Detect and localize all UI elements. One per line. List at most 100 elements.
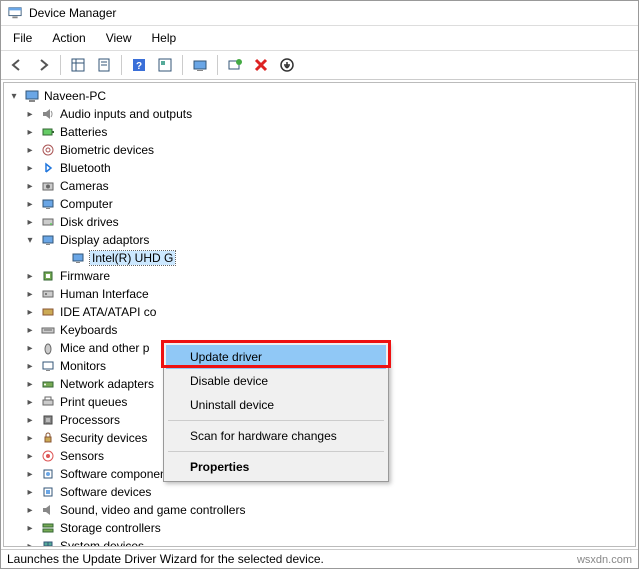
tree-category[interactable]: ▸ Storage controllers: [6, 519, 633, 537]
expand-icon[interactable]: ▸: [24, 324, 36, 336]
context-menu-item[interactable]: Update driver: [166, 345, 386, 369]
tree-category[interactable]: ▸Biometric devices: [6, 141, 633, 159]
context-menu-separator: [168, 451, 384, 452]
tree-category-label: Cameras: [60, 179, 109, 193]
device-tree[interactable]: ▾ Naveen-PC ▸ Audio inputs and outputs ▸ Ba…: [3, 82, 636, 547]
toolbar-back-button[interactable]: [5, 53, 29, 77]
expand-icon[interactable]: ▸: [24, 522, 36, 534]
tree-category-label: Print queues: [60, 395, 127, 409]
display-icon: [40, 232, 56, 248]
tree-category[interactable]: ▸ Audio inputs and outputs: [6, 105, 633, 123]
tree-category[interactable]: ▸ Cameras: [6, 177, 633, 195]
toolbar-properties-button[interactable]: [92, 53, 116, 77]
expand-icon[interactable]: ▸: [24, 180, 36, 192]
context-menu-item[interactable]: Properties: [166, 455, 386, 479]
expand-icon[interactable]: ▸: [24, 144, 36, 156]
collapse-icon[interactable]: ▾: [8, 90, 20, 102]
camera-icon: [40, 178, 56, 194]
biometric-icon: [40, 142, 56, 158]
computer-icon: [24, 88, 40, 104]
tree-category-label: Human Interface: [60, 287, 149, 301]
expand-icon[interactable]: ▸: [24, 378, 36, 390]
tree-category[interactable]: ▸System devices: [6, 537, 633, 547]
menu-action[interactable]: Action: [44, 28, 93, 48]
tree-category-label: Software components: [60, 467, 176, 481]
toolbar-help-button[interactable]: ?: [127, 53, 151, 77]
tree-category-label: Network adapters: [60, 377, 154, 391]
tree-category-label: Audio inputs and outputs: [60, 107, 192, 121]
tree-category[interactable]: ▸Software devices: [6, 483, 633, 501]
expand-icon[interactable]: ▸: [24, 342, 36, 354]
expand-icon[interactable]: ▸: [24, 162, 36, 174]
toolbar-update-driver-button[interactable]: [188, 53, 212, 77]
expand-icon[interactable]: ▸: [24, 414, 36, 426]
toolbar-scan-button[interactable]: [223, 53, 247, 77]
toolbar-separator: [121, 55, 122, 75]
expand-icon[interactable]: ▸: [24, 504, 36, 516]
expand-icon[interactable]: ▸: [24, 216, 36, 228]
display-icon: [70, 250, 86, 266]
tree-category-label: Disk drives: [60, 215, 119, 229]
tree-device-label: Intel(R) UHD G: [90, 251, 175, 265]
context-menu-item[interactable]: Scan for hardware changes: [166, 424, 386, 448]
tree-category[interactable]: ▸ Disk drives: [6, 213, 633, 231]
mouse-icon: [40, 340, 56, 356]
toolbar-action-button[interactable]: [153, 53, 177, 77]
expand-icon[interactable]: ▸: [24, 198, 36, 210]
toolbar-forward-button[interactable]: [31, 53, 55, 77]
expand-icon[interactable]: ▸: [24, 450, 36, 462]
watermark: wsxdn.com: [577, 554, 632, 566]
swdev-icon: [40, 484, 56, 500]
hid-icon: [40, 286, 56, 302]
sound-icon: [40, 502, 56, 518]
expand-icon[interactable]: ▸: [24, 360, 36, 372]
expand-icon[interactable]: ▸: [24, 306, 36, 318]
tree-category-label: Bluetooth: [60, 161, 111, 175]
tree-category[interactable]: ▸Computer: [6, 195, 633, 213]
toolbar-disable-button[interactable]: [275, 53, 299, 77]
tree-category[interactable]: ▾ Display adaptors: [6, 231, 633, 249]
menu-help[interactable]: Help: [144, 28, 185, 48]
context-menu: Update driverDisable deviceUninstall dev…: [163, 342, 389, 482]
audio-icon: [40, 106, 56, 122]
toolbar-detail-view-button[interactable]: [66, 53, 90, 77]
expand-icon[interactable]: ▸: [24, 108, 36, 120]
tree-category-label: Mice and other p: [60, 341, 149, 355]
tree-category[interactable]: ▸ IDE ATA/ATAPI co: [6, 303, 633, 321]
tree-category[interactable]: ▸Sound, video and game controllers: [6, 501, 633, 519]
expand-icon[interactable]: ▸: [24, 396, 36, 408]
svg-text:?: ?: [136, 61, 142, 72]
collapse-icon[interactable]: ▾: [24, 234, 36, 246]
context-menu-item[interactable]: Uninstall device: [166, 393, 386, 417]
tree-category[interactable]: ▸ Batteries: [6, 123, 633, 141]
tree-category-label: Batteries: [60, 125, 107, 139]
cpu-icon: [40, 412, 56, 428]
expand-icon[interactable]: ▸: [24, 486, 36, 498]
tree-root-label: Naveen-PC: [44, 89, 106, 103]
tree-category-label: Storage controllers: [60, 521, 161, 535]
menu-file[interactable]: File: [5, 28, 40, 48]
expand-icon[interactable]: ▸: [24, 270, 36, 282]
expand-icon[interactable]: ▸: [24, 126, 36, 138]
toolbar-uninstall-button[interactable]: [249, 53, 273, 77]
disk-icon: [40, 214, 56, 230]
expand-icon[interactable]: ▸: [24, 288, 36, 300]
tree-category[interactable]: ▸ Human Interface: [6, 285, 633, 303]
context-menu-item[interactable]: Disable device: [166, 369, 386, 393]
expand-icon[interactable]: ▸: [24, 468, 36, 480]
tree-category[interactable]: ▸ Bluetooth: [6, 159, 633, 177]
tree-category[interactable]: ▸Keyboards: [6, 321, 633, 339]
expand-icon[interactable]: ▸: [24, 432, 36, 444]
tree-category-label: Display adaptors: [60, 233, 149, 247]
tree-category-label: Sensors: [60, 449, 104, 463]
toolbar-separator: [60, 55, 61, 75]
printer-icon: [40, 394, 56, 410]
tree-device[interactable]: ▸Intel(R) UHD G: [6, 249, 633, 267]
window-titlebar: Device Manager: [1, 1, 638, 26]
toolbar-separator: [182, 55, 183, 75]
menu-view[interactable]: View: [98, 28, 140, 48]
expand-icon[interactable]: ▸: [24, 540, 36, 547]
tree-root[interactable]: ▾ Naveen-PC: [6, 87, 633, 105]
tree-category[interactable]: ▸Firmware: [6, 267, 633, 285]
tree-category-label: IDE ATA/ATAPI co: [60, 305, 156, 319]
